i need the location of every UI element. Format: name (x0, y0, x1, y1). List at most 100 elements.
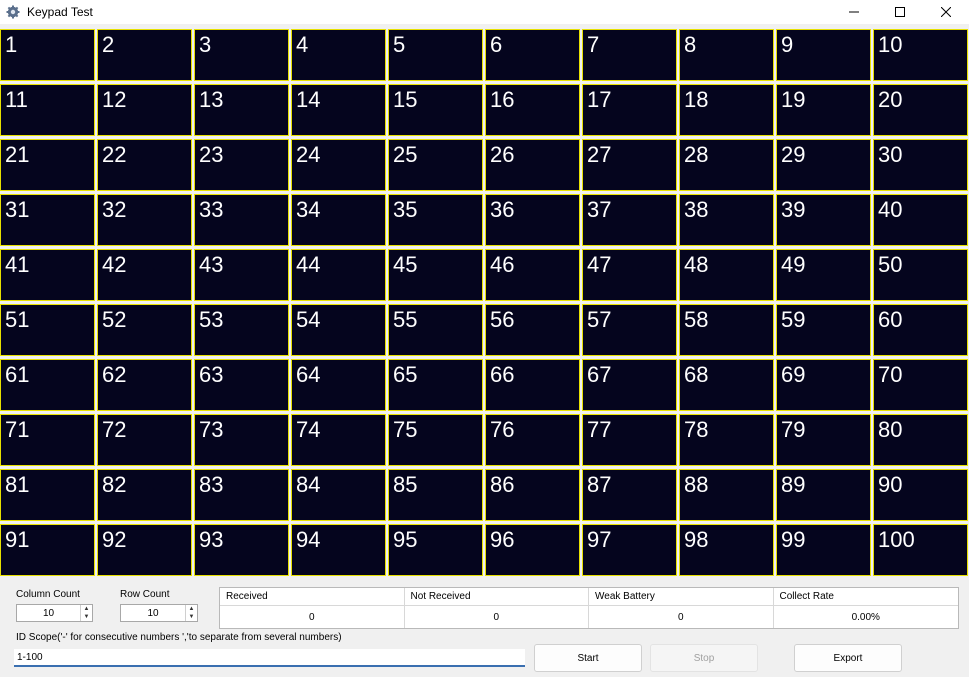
keypad-cell[interactable]: 16 (485, 84, 580, 136)
keypad-cell[interactable]: 90 (873, 469, 968, 521)
keypad-cell[interactable]: 83 (194, 469, 289, 521)
keypad-cell[interactable]: 73 (194, 414, 289, 466)
keypad-cell[interactable]: 27 (582, 139, 677, 191)
keypad-cell[interactable]: 93 (194, 524, 289, 576)
keypad-cell[interactable]: 11 (0, 84, 95, 136)
keypad-cell[interactable]: 72 (97, 414, 192, 466)
keypad-cell[interactable]: 29 (776, 139, 871, 191)
keypad-cell[interactable]: 20 (873, 84, 968, 136)
keypad-cell[interactable]: 32 (97, 194, 192, 246)
keypad-cell[interactable]: 60 (873, 304, 968, 356)
keypad-cell[interactable]: 66 (485, 359, 580, 411)
keypad-cell[interactable]: 57 (582, 304, 677, 356)
export-button[interactable]: Export (794, 644, 902, 672)
keypad-cell[interactable]: 36 (485, 194, 580, 246)
keypad-cell[interactable]: 19 (776, 84, 871, 136)
keypad-cell[interactable]: 17 (582, 84, 677, 136)
minimize-button[interactable] (831, 0, 877, 24)
keypad-cell[interactable]: 80 (873, 414, 968, 466)
keypad-cell[interactable]: 34 (291, 194, 386, 246)
column-count-down-icon[interactable]: ▼ (81, 613, 92, 621)
keypad-cell[interactable]: 87 (582, 469, 677, 521)
keypad-cell[interactable]: 88 (679, 469, 774, 521)
column-count-spinbox[interactable]: 10 ▲ ▼ (16, 604, 93, 622)
column-count-up-icon[interactable]: ▲ (81, 605, 92, 613)
keypad-cell[interactable]: 15 (388, 84, 483, 136)
keypad-cell[interactable]: 55 (388, 304, 483, 356)
keypad-cell[interactable]: 50 (873, 249, 968, 301)
keypad-cell[interactable]: 35 (388, 194, 483, 246)
keypad-cell[interactable]: 14 (291, 84, 386, 136)
keypad-cell[interactable]: 58 (679, 304, 774, 356)
keypad-cell[interactable]: 37 (582, 194, 677, 246)
close-button[interactable] (923, 0, 969, 24)
keypad-cell[interactable]: 4 (291, 29, 386, 81)
keypad-cell[interactable]: 49 (776, 249, 871, 301)
keypad-cell[interactable]: 46 (485, 249, 580, 301)
keypad-cell[interactable]: 6 (485, 29, 580, 81)
keypad-cell[interactable]: 18 (679, 84, 774, 136)
keypad-cell[interactable]: 5 (388, 29, 483, 81)
keypad-cell[interactable]: 68 (679, 359, 774, 411)
keypad-cell[interactable]: 95 (388, 524, 483, 576)
keypad-cell[interactable]: 44 (291, 249, 386, 301)
keypad-cell[interactable]: 23 (194, 139, 289, 191)
keypad-cell[interactable]: 21 (0, 139, 95, 191)
keypad-cell[interactable]: 10 (873, 29, 968, 81)
keypad-cell[interactable]: 22 (97, 139, 192, 191)
row-count-up-icon[interactable]: ▲ (186, 605, 197, 613)
keypad-cell[interactable]: 61 (0, 359, 95, 411)
keypad-cell[interactable]: 94 (291, 524, 386, 576)
row-count-spinbox[interactable]: 10 ▲ ▼ (120, 604, 198, 622)
keypad-cell[interactable]: 28 (679, 139, 774, 191)
keypad-cell[interactable]: 41 (0, 249, 95, 301)
keypad-cell[interactable]: 78 (679, 414, 774, 466)
keypad-cell[interactable]: 76 (485, 414, 580, 466)
keypad-cell[interactable]: 8 (679, 29, 774, 81)
keypad-cell[interactable]: 42 (97, 249, 192, 301)
keypad-cell[interactable]: 47 (582, 249, 677, 301)
keypad-cell[interactable]: 2 (97, 29, 192, 81)
keypad-cell[interactable]: 31 (0, 194, 95, 246)
keypad-cell[interactable]: 92 (97, 524, 192, 576)
keypad-cell[interactable]: 24 (291, 139, 386, 191)
keypad-cell[interactable]: 45 (388, 249, 483, 301)
keypad-cell[interactable]: 12 (97, 84, 192, 136)
keypad-cell[interactable]: 98 (679, 524, 774, 576)
keypad-cell[interactable]: 100 (873, 524, 968, 576)
keypad-cell[interactable]: 77 (582, 414, 677, 466)
keypad-cell[interactable]: 56 (485, 304, 580, 356)
id-scope-input[interactable]: 1-100 (14, 649, 525, 667)
start-button[interactable]: Start (534, 644, 642, 672)
stop-button[interactable]: Stop (650, 644, 758, 672)
keypad-cell[interactable]: 91 (0, 524, 95, 576)
keypad-cell[interactable]: 96 (485, 524, 580, 576)
keypad-cell[interactable]: 62 (97, 359, 192, 411)
keypad-cell[interactable]: 33 (194, 194, 289, 246)
keypad-cell[interactable]: 75 (388, 414, 483, 466)
keypad-cell[interactable]: 79 (776, 414, 871, 466)
keypad-cell[interactable]: 67 (582, 359, 677, 411)
keypad-cell[interactable]: 97 (582, 524, 677, 576)
keypad-cell[interactable]: 89 (776, 469, 871, 521)
maximize-button[interactable] (877, 0, 923, 24)
keypad-cell[interactable]: 65 (388, 359, 483, 411)
keypad-cell[interactable]: 48 (679, 249, 774, 301)
keypad-cell[interactable]: 63 (194, 359, 289, 411)
keypad-cell[interactable]: 38 (679, 194, 774, 246)
keypad-cell[interactable]: 9 (776, 29, 871, 81)
keypad-cell[interactable]: 71 (0, 414, 95, 466)
keypad-cell[interactable]: 54 (291, 304, 386, 356)
keypad-cell[interactable]: 13 (194, 84, 289, 136)
keypad-cell[interactable]: 99 (776, 524, 871, 576)
keypad-cell[interactable]: 81 (0, 469, 95, 521)
keypad-cell[interactable]: 74 (291, 414, 386, 466)
keypad-cell[interactable]: 43 (194, 249, 289, 301)
keypad-cell[interactable]: 52 (97, 304, 192, 356)
keypad-cell[interactable]: 39 (776, 194, 871, 246)
keypad-cell[interactable]: 53 (194, 304, 289, 356)
keypad-cell[interactable]: 69 (776, 359, 871, 411)
keypad-cell[interactable]: 84 (291, 469, 386, 521)
keypad-cell[interactable]: 40 (873, 194, 968, 246)
keypad-cell[interactable]: 7 (582, 29, 677, 81)
